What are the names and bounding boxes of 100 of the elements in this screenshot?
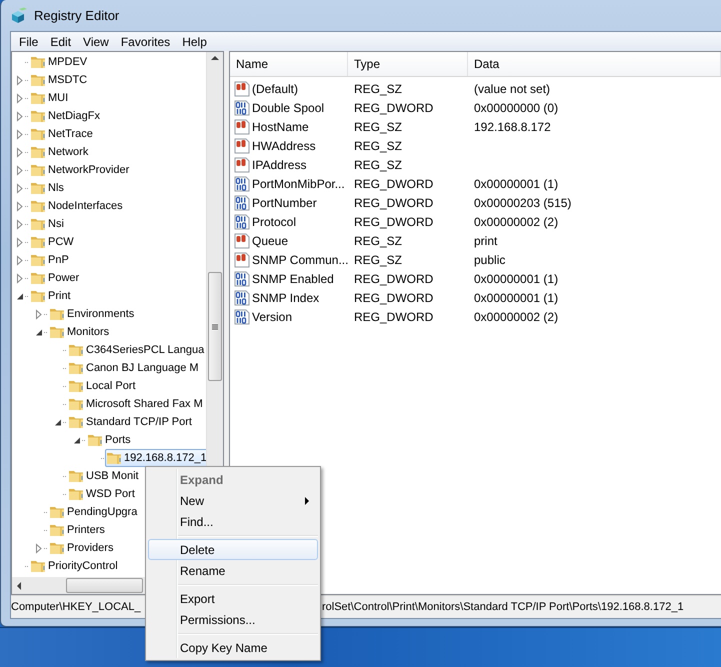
binary-value-icon (234, 194, 250, 210)
string-value-icon (234, 156, 250, 172)
folder-icon (68, 468, 84, 484)
tree-item[interactable]: Standard TCP/IP Port (67, 413, 194, 431)
tree-item[interactable]: Microsoft Shared Fax M (67, 395, 205, 413)
tree-item[interactable]: Power (29, 269, 82, 287)
value-type: REG_SZ (353, 82, 404, 96)
string-value-icon (234, 252, 250, 268)
value-name[interactable]: SNMP Commun... (252, 252, 348, 266)
scrollbar-thumb[interactable] (66, 578, 143, 593)
tree-item[interactable]: C364SeriesPCL Langua (67, 341, 206, 359)
menu-item[interactable]: Permissions... (148, 609, 318, 630)
value-name[interactable]: (Default) (252, 82, 298, 96)
menu-item[interactable]: Delete (148, 539, 318, 560)
tree-item[interactable]: Canon BJ Language M (67, 359, 201, 377)
folder-icon (30, 54, 46, 70)
folder-icon (30, 198, 46, 214)
menu-item[interactable]: Copy Key Name (148, 637, 318, 658)
column-header[interactable]: Data (468, 52, 721, 76)
tree-item[interactable]: PendingUpgra (48, 503, 140, 521)
folder-icon (49, 504, 65, 520)
value-name[interactable]: IPAddress (252, 158, 306, 172)
value-name[interactable]: PortNumber (252, 196, 317, 210)
menu-item[interactable]: Export (148, 588, 318, 609)
tree-item[interactable]: PnP (29, 251, 71, 269)
tree-item[interactable]: MUI (29, 89, 70, 107)
folder-icon (68, 378, 84, 394)
tree-item[interactable]: MSDTC (29, 71, 90, 89)
tree-item[interactable]: PCW (29, 233, 76, 251)
value-type: REG_SZ (353, 120, 404, 134)
folder-icon (30, 162, 46, 178)
window-title: Registry Editor (34, 8, 120, 23)
folder-icon (49, 540, 65, 556)
value-name[interactable]: SNMP Index (252, 290, 320, 304)
menu-bar-item[interactable]: View (77, 34, 115, 48)
value-data: 192.168.8.172 (473, 120, 552, 134)
menu-item[interactable]: New (148, 490, 318, 511)
folder-icon (106, 450, 122, 466)
value-name[interactable]: HWAddress (252, 138, 316, 152)
value-type: REG_SZ (353, 138, 404, 152)
menu-item[interactable]: Rename (148, 560, 318, 581)
tree-item[interactable]: Printers (48, 521, 107, 539)
folder-icon (30, 72, 46, 88)
folder-icon (30, 288, 46, 304)
tree-item[interactable]: Nls (29, 179, 66, 197)
column-header[interactable]: Type (348, 52, 468, 76)
menu-bar-item[interactable]: Favorites (114, 34, 176, 48)
menu-item[interactable]: Find... (148, 511, 318, 532)
tree-item[interactable]: USB Monit (67, 467, 141, 485)
value-name[interactable]: Double Spool (252, 100, 324, 114)
folder-icon (30, 180, 46, 196)
tree-item[interactable]: Environments (48, 305, 136, 323)
string-value-icon (234, 232, 250, 248)
menu-bar-item[interactable]: Edit (44, 34, 78, 48)
binary-value-icon (234, 100, 250, 116)
tree-item[interactable]: Print (29, 287, 73, 305)
value-type: REG_DWORD (353, 272, 434, 286)
value-data: 0x00000000 (0) (473, 100, 560, 114)
folder-icon (49, 306, 65, 322)
tree-item[interactable]: Nsi (29, 215, 66, 233)
string-value-icon (234, 80, 250, 96)
value-data: public (473, 252, 506, 266)
tree-item[interactable]: 192.168.8.172_1 (105, 449, 206, 467)
scrollbar-thumb[interactable] (208, 272, 222, 381)
folder-icon (68, 396, 84, 412)
tree-item[interactable]: Network (29, 143, 90, 161)
value-name[interactable]: Version (252, 310, 292, 324)
value-name[interactable]: SNMP Enabled (252, 272, 334, 286)
tree-item[interactable]: Providers (48, 539, 116, 557)
value-type: REG_DWORD (353, 176, 434, 190)
tree-item[interactable]: NodeInterfaces (29, 197, 125, 215)
value-data: 0x00000001 (1) (473, 176, 560, 190)
tree-item[interactable]: Ports (86, 431, 133, 449)
value-name[interactable]: HostName (252, 120, 309, 134)
value-name[interactable]: PortMonMibPor... (252, 176, 345, 190)
tree-item[interactable]: NetworkProvider (29, 161, 132, 179)
folder-icon (30, 270, 46, 286)
tree-item[interactable]: NetTrace (29, 125, 95, 143)
grip-icon (211, 324, 219, 330)
tree-item[interactable]: Local Port (67, 377, 138, 395)
column-header[interactable]: Name (230, 52, 348, 76)
value-type: REG_SZ (353, 158, 404, 172)
folder-icon (30, 108, 46, 124)
menu-bar-item[interactable]: Help (176, 34, 213, 48)
value-type: REG_SZ (353, 234, 404, 248)
value-name[interactable]: Protocol (252, 214, 296, 228)
folder-icon (30, 144, 46, 160)
binary-value-icon (234, 270, 250, 286)
tree-item[interactable]: MPDEV (29, 53, 90, 71)
tree-item[interactable]: WSD Port (67, 485, 137, 503)
folder-icon (30, 126, 46, 142)
tree-item[interactable]: PriorityControl (29, 557, 120, 575)
value-data: 0x00000203 (515) (473, 196, 572, 210)
value-name[interactable]: Queue (252, 234, 288, 248)
binary-value-icon (234, 214, 250, 230)
value-type: REG_DWORD (353, 310, 434, 324)
folder-icon (30, 216, 46, 232)
tree-item[interactable]: NetDiagFx (29, 107, 102, 125)
menu-bar-item[interactable]: File (13, 34, 44, 48)
tree-item[interactable]: Monitors (48, 323, 112, 341)
